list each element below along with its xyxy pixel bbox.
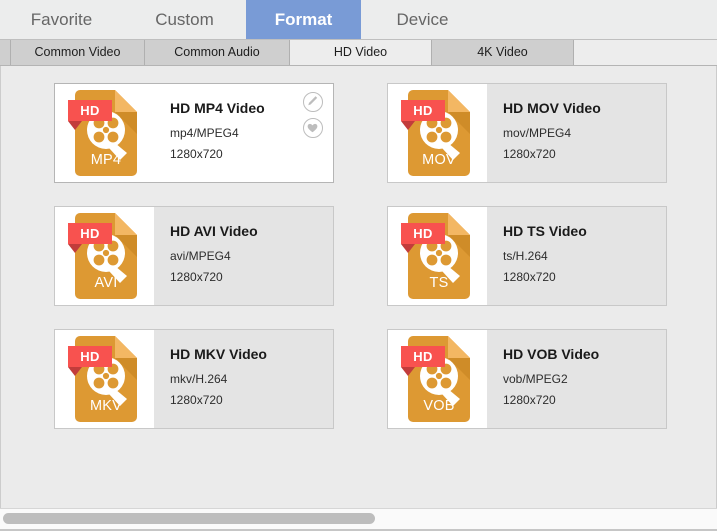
format-card[interactable]: VOB HD HD VOB Video vob/MPEG2 1280x720 xyxy=(387,329,667,429)
format-info-pane: HD TS Video ts/H.264 1280x720 xyxy=(487,207,666,305)
format-extension-label: MP4 xyxy=(90,152,122,168)
hd-badge: HD xyxy=(401,223,445,244)
video-file-icon: MP4 HD xyxy=(68,90,137,176)
format-title: HD AVI Video xyxy=(170,223,258,239)
format-list-panel: MP4 HD HD MP4 Video mp4/MPEG4 1280x720 MOV HD H… xyxy=(0,66,717,508)
format-codec: ts/H.264 xyxy=(503,249,548,263)
video-file-icon: VOB HD xyxy=(401,336,470,422)
format-title: HD MKV Video xyxy=(170,346,267,362)
format-title: HD VOB Video xyxy=(503,346,600,362)
format-codec: mov/MPEG4 xyxy=(503,126,572,140)
hd-badge: HD xyxy=(68,346,112,367)
format-extension-label: MOV xyxy=(422,152,456,168)
video-file-icon: MKV HD xyxy=(68,336,137,422)
format-resolution: 1280x720 xyxy=(503,393,556,407)
video-file-icon: MOV HD xyxy=(401,90,470,176)
grid-gap xyxy=(334,83,387,183)
sub-tab-filler xyxy=(574,40,717,65)
video-file-icon: TS HD xyxy=(401,213,470,299)
format-resolution: 1280x720 xyxy=(503,270,556,284)
main-tab-favorite[interactable]: Favorite xyxy=(0,0,123,39)
format-chooser-window: Favorite Custom Format Device Common Vid… xyxy=(0,0,717,531)
format-info-pane: HD AVI Video avi/MPEG4 1280x720 xyxy=(154,207,333,305)
format-info-pane: HD MOV Video mov/MPEG4 1280x720 xyxy=(487,84,666,182)
format-title: HD TS Video xyxy=(503,223,587,239)
hd-ribbon-tail-icon xyxy=(401,367,415,376)
format-icon-pane: MKV HD xyxy=(55,330,154,428)
edit-format-button[interactable] xyxy=(303,92,323,112)
sub-tab-common-audio[interactable]: Common Audio xyxy=(145,40,290,65)
format-card[interactable]: MKV HD HD MKV Video mkv/H.264 1280x720 xyxy=(54,329,334,429)
format-grid-row: MP4 HD HD MP4 Video mp4/MPEG4 1280x720 MOV HD H… xyxy=(54,83,667,183)
format-resolution: 1280x720 xyxy=(503,147,556,161)
format-card[interactable]: AVI HD HD AVI Video avi/MPEG4 1280x720 xyxy=(54,206,334,306)
format-card[interactable]: TS HD HD TS Video ts/H.264 1280x720 xyxy=(387,206,667,306)
format-codec: avi/MPEG4 xyxy=(170,249,231,263)
hd-ribbon-tail-icon xyxy=(68,244,82,253)
hd-badge: HD xyxy=(401,346,445,367)
hd-badge: HD xyxy=(68,223,112,244)
horizontal-scrollbar-track[interactable] xyxy=(0,508,717,531)
format-title: HD MOV Video xyxy=(503,100,601,116)
hd-ribbon-tail-icon xyxy=(401,121,415,130)
format-card[interactable]: MP4 HD HD MP4 Video mp4/MPEG4 1280x720 xyxy=(54,83,334,183)
format-codec: vob/MPEG2 xyxy=(503,372,568,386)
main-tab-format[interactable]: Format xyxy=(246,0,361,39)
format-grid-row: AVI HD HD AVI Video avi/MPEG4 1280x720 TS HD HD… xyxy=(54,206,667,306)
hd-badge: HD xyxy=(68,100,112,121)
format-extension-label: MKV xyxy=(89,398,123,414)
format-resolution: 1280x720 xyxy=(170,393,223,407)
hd-ribbon-tail-icon xyxy=(68,367,82,376)
sub-tab-left-cap xyxy=(0,40,11,65)
format-resolution: 1280x720 xyxy=(170,147,223,161)
format-icon-pane: AVI HD xyxy=(55,207,154,305)
format-extension-label: VOB xyxy=(423,398,455,414)
hd-ribbon-tail-icon xyxy=(401,244,415,253)
hd-ribbon-tail-icon xyxy=(68,121,82,130)
format-grid: MP4 HD HD MP4 Video mp4/MPEG4 1280x720 MOV HD H… xyxy=(54,83,667,429)
format-icon-pane: MP4 HD xyxy=(55,84,154,182)
main-tab-device[interactable]: Device xyxy=(361,0,484,39)
format-icon-pane: MOV HD xyxy=(388,84,487,182)
video-file-icon: AVI HD xyxy=(68,213,137,299)
hd-badge: HD xyxy=(401,100,445,121)
format-codec: mkv/H.264 xyxy=(170,372,228,386)
main-tab-custom[interactable]: Custom xyxy=(123,0,246,39)
format-icon-pane: TS HD xyxy=(388,207,487,305)
format-icon-pane: VOB HD xyxy=(388,330,487,428)
format-card[interactable]: MOV HD HD MOV Video mov/MPEG4 1280x720 xyxy=(387,83,667,183)
format-resolution: 1280x720 xyxy=(170,270,223,284)
sub-tab-hd-video[interactable]: HD Video xyxy=(290,40,432,65)
format-extension-label: TS xyxy=(429,275,449,291)
format-info-pane: HD MP4 Video mp4/MPEG4 1280x720 xyxy=(154,84,333,182)
format-info-pane: HD MKV Video mkv/H.264 1280x720 xyxy=(154,330,333,428)
format-grid-row: MKV HD HD MKV Video mkv/H.264 1280x720 VOB HD H… xyxy=(54,329,667,429)
sub-tab-bar: Common Video Common Audio HD Video 4K Vi… xyxy=(0,40,717,66)
format-info-pane: HD VOB Video vob/MPEG2 1280x720 xyxy=(487,330,666,428)
main-tab-bar: Favorite Custom Format Device xyxy=(0,0,717,40)
format-extension-label: AVI xyxy=(94,275,118,291)
sub-tab-4k-video[interactable]: 4K Video xyxy=(432,40,574,65)
format-card-actions xyxy=(303,92,325,144)
grid-gap xyxy=(334,329,387,429)
grid-gap xyxy=(334,206,387,306)
sub-tab-common-video[interactable]: Common Video xyxy=(11,40,145,65)
favorite-format-button[interactable] xyxy=(303,118,323,138)
horizontal-scrollbar-thumb[interactable] xyxy=(3,513,375,524)
